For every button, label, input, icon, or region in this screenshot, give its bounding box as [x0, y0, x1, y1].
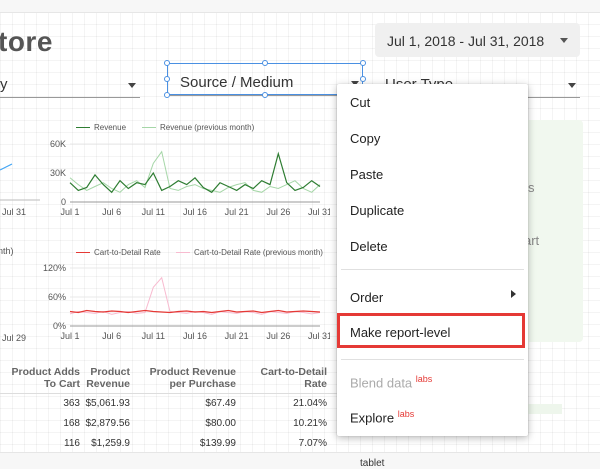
- labs-badge: labs: [415, 374, 433, 384]
- menu-item-duplicate[interactable]: Duplicate: [350, 203, 404, 218]
- x-tick-label: Jul 16: [183, 331, 207, 341]
- caret-down-icon: [560, 38, 568, 43]
- canvas-bottom-edge: [0, 452, 600, 469]
- y-tick-label: 30K: [50, 168, 66, 178]
- x-tick-label: Jul 11: [142, 207, 165, 217]
- report-canvas: tore Jul 1, 2018 - Jul 31, 2018 y Source…: [0, 0, 600, 469]
- explore-label: Explore: [350, 410, 395, 426]
- rate-series-line: [69, 309, 321, 314]
- left-axis-label: Jul 31: [2, 207, 27, 217]
- caret-down-icon: [128, 83, 136, 88]
- table-cell: $2,879.56: [85, 418, 131, 429]
- device-label: tablet: [360, 458, 385, 469]
- revenue-legend-label: Revenue: [94, 123, 127, 132]
- resize-handle-right[interactable]: [360, 76, 366, 82]
- resize-handle-bottom[interactable]: [262, 92, 268, 98]
- rate-prev-series-line: [69, 276, 321, 315]
- table-cell: $139.99: [199, 438, 236, 449]
- y-tick-label: 120%: [43, 263, 66, 273]
- x-tick-label: Jul 21: [225, 207, 249, 217]
- table-cell: 7.07%: [298, 438, 327, 449]
- menu-item-copy[interactable]: Copy: [350, 131, 380, 146]
- menu-item-cut[interactable]: Cut: [350, 95, 370, 110]
- revenue-legend-item: Revenue: [76, 123, 126, 132]
- resize-handle-top-left[interactable]: [164, 60, 170, 66]
- table-cell: 21.04%: [293, 398, 327, 409]
- rate-legend-label: Cart-to-Detail Rate: [94, 248, 161, 257]
- panel-text-fragment-1: s: [528, 180, 535, 195]
- y-tick-label: 0: [61, 197, 66, 207]
- filter-left-label: y: [0, 76, 8, 93]
- x-tick-label: Jul 31: [308, 207, 330, 217]
- column-header-adds[interactable]: Product Adds To Cart: [0, 366, 80, 390]
- left-axis-bottom-label: Jul 29: [2, 333, 27, 343]
- x-tick-label: Jul 21: [225, 331, 249, 341]
- y-tick-label: 0%: [53, 321, 66, 331]
- revenue-prev-series-line: [69, 150, 321, 193]
- menu-item-delete[interactable]: Delete: [350, 239, 388, 254]
- column-header-cart-rate[interactable]: Cart-to-Detail Rate: [245, 366, 327, 390]
- date-range-control[interactable]: Jul 1, 2018 - Jul 31, 2018: [375, 23, 580, 57]
- x-tick-label: Jul 26: [266, 207, 290, 217]
- labs-badge: labs: [397, 409, 415, 419]
- table-cell: $5,061.93: [85, 398, 131, 409]
- table-cell: $80.00: [205, 418, 236, 429]
- left-chart-line: [0, 163, 13, 171]
- selection-outline: [167, 63, 363, 95]
- rate-chart: 120% 60% 0%Jul 1 Jul 6 Jul 11 Jul 16 Jul 21 Jul…: [43, 263, 330, 341]
- menu-item-order[interactable]: Order: [350, 290, 383, 305]
- y-tick-label: 60%: [48, 292, 66, 302]
- rate-prev-legend-item: Cart-to-Detail Rate (previous month): [176, 248, 323, 257]
- canvas-top-edge: [0, 0, 600, 13]
- y-tick-label: 60K: [50, 139, 66, 149]
- highlight-outline: [337, 313, 525, 348]
- resize-handle-top-right[interactable]: [360, 60, 366, 66]
- revenue-legend-swatch: [76, 127, 90, 129]
- rate-prev-legend-label: Cart-to-Detail Rate (previous month): [194, 248, 323, 257]
- resize-handle-left[interactable]: [164, 76, 170, 82]
- table-header-divider: [0, 393, 340, 394]
- rate-prev-legend-swatch: [176, 252, 190, 254]
- x-tick-label: Jul 6: [102, 331, 121, 341]
- table-cell: 10.21%: [293, 418, 327, 429]
- resize-handle-top[interactable]: [262, 60, 268, 66]
- column-header-revenue-per-purchase[interactable]: Product Revenue per Purchase: [140, 366, 236, 390]
- table-cell: 168: [63, 418, 80, 429]
- context-menu: Cut Copy Paste Duplicate Delete Order Ma…: [337, 84, 528, 436]
- revenue-chart: 60K 30K 0Jul 1 Jul 6 Jul 11 Jul 16 Jul 21 Jul 2…: [50, 139, 330, 217]
- menu-item-blend-data: Blend data labs: [350, 374, 432, 390]
- x-tick-label: Jul 16: [183, 207, 207, 217]
- x-tick-label: Jul 31: [308, 331, 330, 341]
- x-tick-label: Jul 11: [142, 331, 165, 341]
- rate-legend-item: Cart-to-Detail Rate: [76, 248, 161, 257]
- revenue-prev-legend-swatch: [142, 127, 156, 129]
- rate-legend-swatch: [76, 252, 90, 254]
- x-tick-label: Jul 26: [266, 331, 290, 341]
- menu-item-paste[interactable]: Paste: [350, 167, 383, 182]
- resize-handle-bottom-left[interactable]: [164, 92, 170, 98]
- menu-divider: [341, 359, 524, 360]
- revenue-prev-legend-label: Revenue (previous month): [160, 123, 255, 132]
- table-cell: $67.49: [205, 398, 236, 409]
- submenu-arrow-icon: [511, 290, 516, 298]
- blend-data-label: Blend data: [350, 375, 413, 391]
- table-cell: $1,259.9: [91, 438, 130, 449]
- table-cell: 116: [64, 438, 80, 449]
- x-tick-label: Jul 1: [60, 331, 79, 341]
- filter-control-left[interactable]: y: [0, 70, 140, 98]
- x-tick-label: Jul 6: [102, 207, 121, 217]
- caret-down-icon: [568, 83, 576, 88]
- left-legend-fragment: nth): [0, 246, 14, 256]
- revenue-prev-legend-item: Revenue (previous month): [142, 123, 254, 132]
- menu-divider: [341, 269, 524, 270]
- report-title: tore: [0, 26, 53, 57]
- table-cell: 363: [63, 398, 80, 409]
- column-header-revenue[interactable]: Product Revenue: [80, 366, 130, 390]
- menu-item-explore[interactable]: Explore labs: [350, 409, 414, 425]
- x-tick-label: Jul 1: [60, 207, 79, 217]
- date-range-label: Jul 1, 2018 - Jul 31, 2018: [387, 33, 545, 49]
